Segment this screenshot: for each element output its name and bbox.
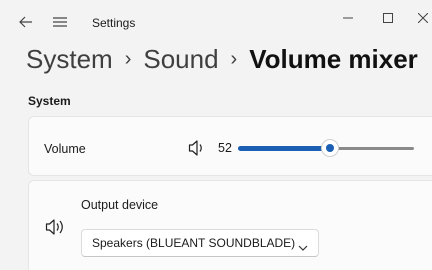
speaker-icon[interactable] [188, 139, 208, 157]
volume-card: Volume 52 [28, 116, 432, 176]
breadcrumb-item-sound[interactable]: Sound [143, 44, 218, 75]
speaker-icon [45, 217, 67, 237]
maximize-icon[interactable] [376, 6, 400, 30]
back-arrow-icon[interactable] [16, 12, 36, 32]
volume-value: 52 [218, 141, 232, 155]
breadcrumb-separator: › [230, 48, 238, 70]
title-bar: Settings [0, 0, 432, 44]
minimize-icon[interactable] [336, 6, 360, 30]
breadcrumb-separator: › [124, 48, 132, 70]
output-device-selected: Speakers (BLUEANT SOUNDBLADE) [92, 236, 296, 250]
slider-thumb[interactable] [321, 139, 339, 157]
section-heading-system: System [28, 94, 71, 108]
output-device-card: Output device Speakers (BLUEANT SOUNDBLA… [28, 180, 432, 270]
output-device-dropdown[interactable]: Speakers (BLUEANT SOUNDBLADE) [81, 229, 319, 257]
slider-fill [238, 146, 330, 151]
volume-label: Volume [44, 142, 86, 156]
breadcrumb-item-system[interactable]: System [26, 44, 113, 75]
volume-slider[interactable] [238, 139, 414, 157]
output-device-label: Output device [81, 198, 159, 212]
window-title: Settings [92, 16, 136, 30]
chevron-down-icon [298, 239, 308, 251]
close-icon[interactable] [414, 6, 432, 30]
page-title: Volume mixer [249, 44, 418, 74]
hamburger-menu-icon[interactable] [50, 12, 70, 32]
breadcrumb: System › Sound › Volume mixer [26, 44, 418, 75]
